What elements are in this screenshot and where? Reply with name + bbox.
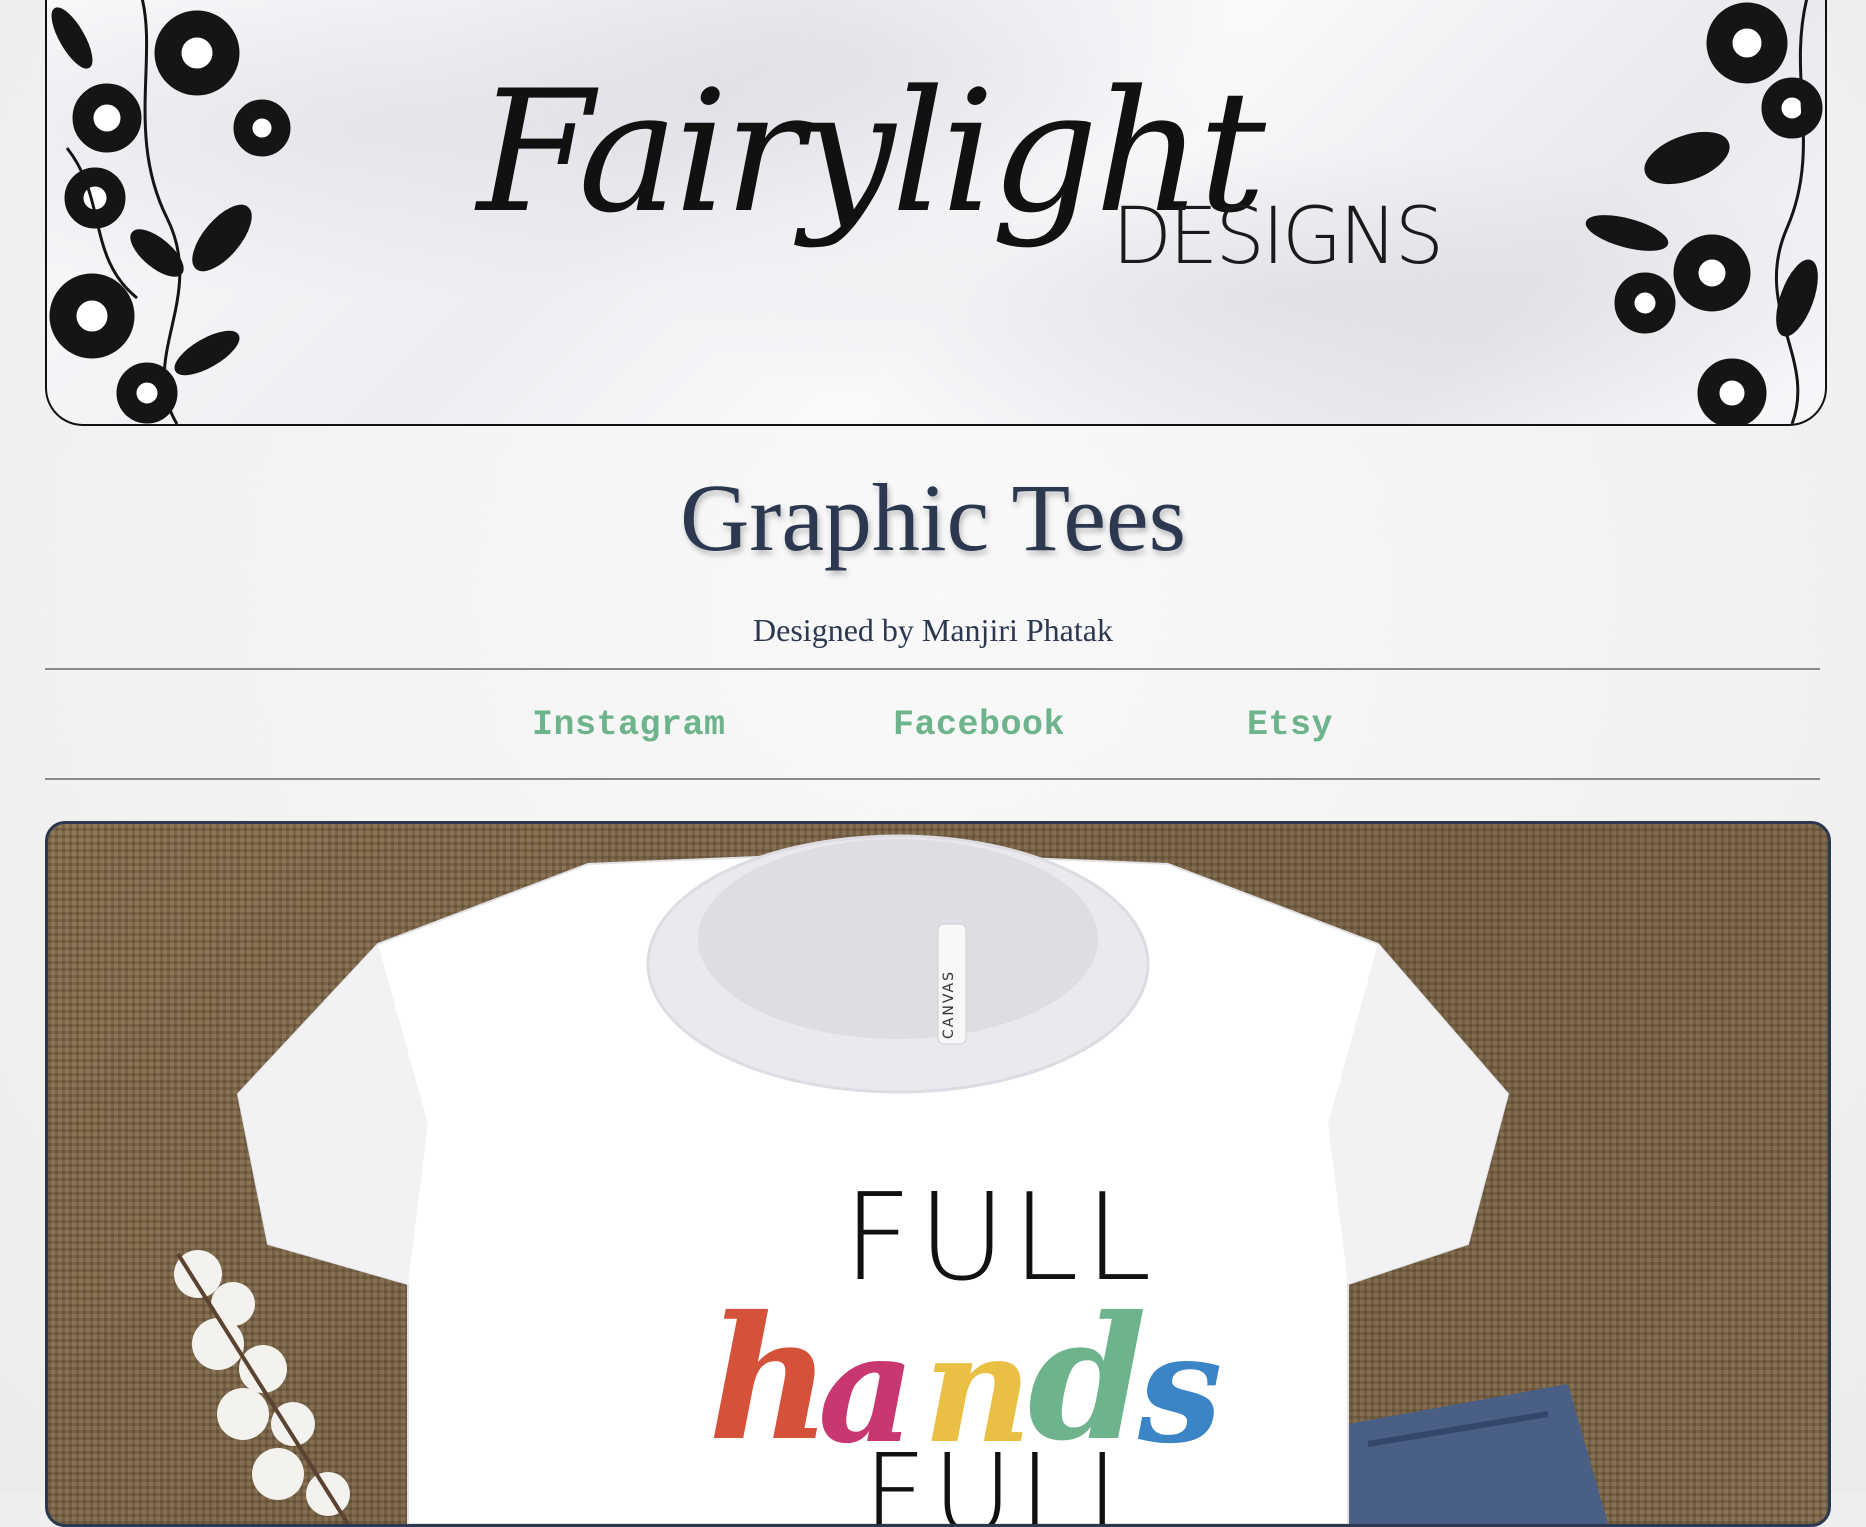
divider-bottom <box>45 778 1820 780</box>
divider-top <box>45 668 1820 670</box>
nav-link-instagram[interactable]: Instagram <box>532 705 726 745</box>
nav-link-facebook[interactable]: Facebook <box>893 705 1065 745</box>
logo-designs-text: DESIGNS <box>1112 192 1444 282</box>
page: Fairylight DESIGNS Graphic Tees Designed… <box>0 0 1866 1527</box>
page-subtitle: Designed by Manjiri Phatak <box>753 612 1113 648</box>
shirt-tag-label: CANVAS <box>941 970 957 1039</box>
social-nav: Instagram Facebook Etsy <box>0 705 1866 755</box>
header-banner: Fairylight DESIGNS <box>45 0 1827 426</box>
page-title: Graphic Tees <box>680 464 1186 571</box>
shirt-letter-h: h <box>708 1279 832 1479</box>
shirt-text-line3: FULL <box>863 1430 1154 1527</box>
product-photo[interactable]: CANVAS FULL h a n d s FULL <box>45 821 1831 1527</box>
nav-link-etsy[interactable]: Etsy <box>1247 705 1333 745</box>
